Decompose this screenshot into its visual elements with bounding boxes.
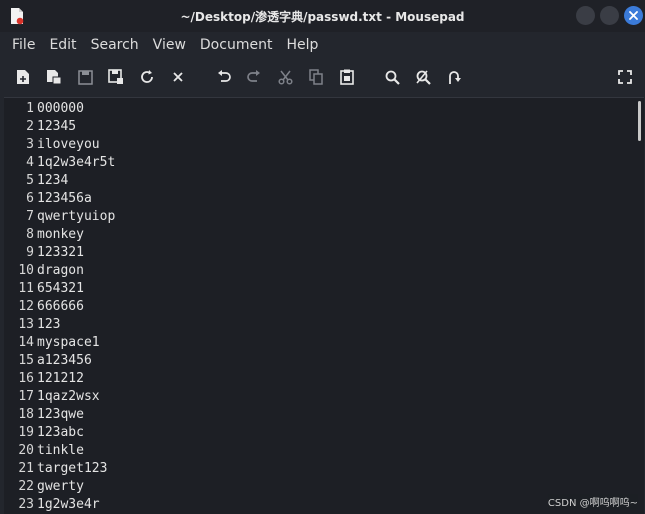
save-as-icon xyxy=(108,69,123,84)
new-document-icon xyxy=(17,70,29,84)
line-number: 12 xyxy=(18,299,34,314)
text-editor[interactable]: 1 2 3 4 5 6 7 8 9 10 11 12 13 14 15 16 17 18 19 20 21 22 23 00… xyxy=(4,97,644,514)
redo-icon xyxy=(246,70,260,82)
text-line[interactable]: tinkle xyxy=(37,442,627,460)
save-button[interactable] xyxy=(75,67,95,87)
text-line[interactable]: 123qwe xyxy=(37,406,627,424)
text-line[interactable]: 12345 xyxy=(37,118,627,136)
text-line[interactable]: qwertyuiop xyxy=(37,208,627,226)
save-as-button[interactable] xyxy=(106,67,126,87)
menu-edit[interactable]: Edit xyxy=(42,32,83,58)
go-to-line-button[interactable] xyxy=(444,67,464,87)
fullscreen-button[interactable] xyxy=(615,67,635,87)
line-number: 5 xyxy=(26,173,34,188)
line-number: 22 xyxy=(18,479,34,494)
text-line[interactable]: dragon xyxy=(37,262,627,280)
text-line[interactable]: 1q2w3e4r5t xyxy=(37,154,627,172)
line-number: 1 xyxy=(26,101,34,116)
redo-button[interactable] xyxy=(243,67,263,87)
menu-file[interactable]: File xyxy=(5,32,42,58)
minimize-button[interactable] xyxy=(576,6,595,25)
text-line[interactable]: 1qaz2wsx xyxy=(37,388,627,406)
menu-search[interactable]: Search xyxy=(84,32,146,58)
window-title: ~/Desktop/渗透字典/passwd.txt - Mousepad xyxy=(180,10,465,24)
reload-icon xyxy=(141,70,153,83)
line-number: 21 xyxy=(18,461,34,476)
cut-button[interactable] xyxy=(275,67,295,87)
undo-icon xyxy=(217,70,231,82)
undo-button[interactable] xyxy=(214,67,234,87)
menu-bar: File Edit Search View Document Help xyxy=(0,32,645,58)
line-number: 4 xyxy=(26,155,34,170)
find-icon xyxy=(385,70,400,85)
find-button[interactable] xyxy=(382,67,402,87)
close-icon xyxy=(629,11,638,20)
line-number-gutter: 1 2 3 4 5 6 7 8 9 10 11 12 13 14 15 16 17 18 19 20 21 22 23 xyxy=(4,100,34,514)
text-line[interactable]: iloveyou xyxy=(37,136,627,154)
text-line[interactable]: 666666 xyxy=(37,298,627,316)
text-line[interactable]: 121212 xyxy=(37,370,627,388)
text-line[interactable]: 1234 xyxy=(37,172,627,190)
line-number: 19 xyxy=(18,425,34,440)
text-content[interactable]: 000000 12345 iloveyou 1q2w3e4r5t 1234 123456a… xyxy=(37,100,627,514)
line-number: 13 xyxy=(18,317,34,332)
new-document-button[interactable] xyxy=(13,67,33,87)
find-replace-button[interactable] xyxy=(413,67,433,87)
new-window-button[interactable] xyxy=(44,67,64,87)
text-line[interactable]: a123456 xyxy=(37,352,627,370)
line-number: 17 xyxy=(18,389,34,404)
text-line[interactable]: myspace1 xyxy=(37,334,627,352)
reload-button[interactable] xyxy=(137,67,157,87)
line-number: 16 xyxy=(18,371,34,386)
line-number: 11 xyxy=(18,281,34,296)
line-number: 14 xyxy=(18,335,34,350)
text-line[interactable]: 123abc xyxy=(37,424,627,442)
text-line[interactable]: target123 xyxy=(37,460,627,478)
line-number: 7 xyxy=(26,209,34,224)
close-document-button[interactable] xyxy=(168,67,188,87)
line-number: 2 xyxy=(26,119,34,134)
text-line[interactable]: 123321 xyxy=(37,244,627,262)
go-to-line-icon xyxy=(449,70,461,84)
copy-icon xyxy=(309,69,323,85)
menu-document[interactable]: Document xyxy=(193,32,280,58)
title-bar[interactable]: ~/Desktop/渗透字典/passwd.txt - Mousepad xyxy=(0,0,645,32)
find-replace-icon xyxy=(416,70,431,85)
line-number: 15 xyxy=(18,353,34,368)
paste-button[interactable] xyxy=(337,67,357,87)
text-line[interactable]: gwerty xyxy=(37,478,627,496)
toolbar xyxy=(0,58,645,96)
save-icon xyxy=(77,69,93,85)
line-number: 3 xyxy=(26,137,34,152)
close-document-icon xyxy=(173,72,183,82)
maximize-button[interactable] xyxy=(600,6,619,25)
vertical-scrollbar[interactable] xyxy=(638,101,641,141)
cut-icon xyxy=(277,70,293,85)
line-number: 20 xyxy=(18,443,34,458)
menu-view[interactable]: View xyxy=(146,32,193,58)
new-window-icon xyxy=(47,70,62,85)
text-line[interactable]: 123 xyxy=(37,316,627,334)
text-line[interactable]: 123456a xyxy=(37,190,627,208)
close-window-button[interactable] xyxy=(624,6,643,25)
paste-icon xyxy=(340,69,354,85)
fullscreen-icon xyxy=(618,70,632,84)
copy-button[interactable] xyxy=(306,67,326,87)
watermark: CSDN @啊呜啊呜~ xyxy=(547,494,638,509)
line-number: 23 xyxy=(18,497,34,512)
line-number: 10 xyxy=(18,263,34,278)
line-number: 9 xyxy=(26,245,34,260)
text-line[interactable]: monkey xyxy=(37,226,627,244)
text-line[interactable]: 1g2w3e4r xyxy=(37,496,627,514)
line-number: 8 xyxy=(26,227,34,242)
text-line[interactable]: 654321 xyxy=(37,280,627,298)
mousepad-window: ~/Desktop/渗透字典/passwd.txt - Mousepad Fil… xyxy=(0,0,645,514)
menu-help[interactable]: Help xyxy=(279,32,325,58)
line-number: 18 xyxy=(18,407,34,422)
text-line[interactable]: 000000 xyxy=(37,100,627,118)
line-number: 6 xyxy=(26,191,34,206)
